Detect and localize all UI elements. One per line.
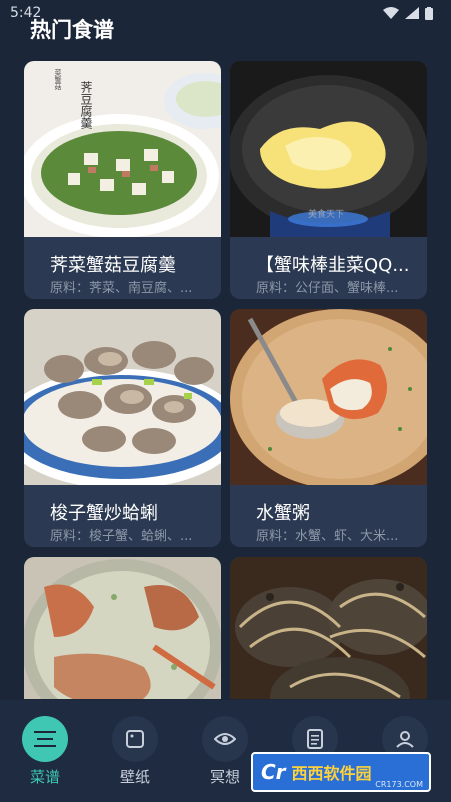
recipe-title: 荠菜蟹菇豆腐羹 [50,255,176,276]
nav-icon-wrap [22,716,68,762]
page-title: 热门食谱 [30,18,114,42]
photo-small-text: 菜蟹菇 [54,68,62,91]
recipe-card[interactable] [230,557,427,699]
recipe-card[interactable] [24,557,221,699]
nav-label: 冥想 [209,768,240,786]
recipe-title: 梭子蟹炒蛤蜊 [50,503,158,524]
nav-item-meditation[interactable]: 冥想 [190,716,260,796]
wifi-icon [383,7,399,19]
battery-icon [425,6,433,20]
recipe-photo-crab-clams [24,309,221,485]
menu-lines-icon [34,731,56,747]
watermark-domain: CR173.COM [375,780,423,789]
recipe-title: 水蟹粥 [256,503,310,524]
eye-icon [214,733,236,745]
photo-seal-text: 荠豆腐羹 [79,81,93,130]
recipe-grid: 荠豆腐羹 菜蟹菇 荠菜蟹菇豆腐羹 原料：荠菜、南豆腐、... 美食天下 【蟹味棒… [24,61,427,699]
recipe-photo-wok-eggs: 美食天下 [230,61,427,237]
nav-item-wallpaper[interactable]: 壁纸 [100,716,170,796]
recipe-card[interactable]: 美食天下 【蟹味棒韭菜QQ... 原料：公仔面、蟹味棒... [230,61,427,299]
watermark-logo: Cr [261,760,286,784]
document-icon [307,729,323,749]
nav-item-recipes[interactable]: 菜谱 [10,716,80,796]
nav-label: 壁纸 [119,768,150,786]
recipe-card[interactable]: 梭子蟹炒蛤蜊 原料：梭子蟹、蛤蜊、... [24,309,221,547]
square-icon [126,730,144,748]
watermark-badge: Cr 西西软件园 CR173.COM [251,752,431,792]
nav-icon-wrap [112,716,158,762]
user-icon [396,731,414,748]
photo-mark-text: 美食天下 [308,208,344,220]
recipe-ingredients: 原料：荠菜、南豆腐、... [50,281,193,296]
status-icons [383,6,433,20]
recipe-photo-tofu-soup: 荠豆腐羹 菜蟹菇 [24,61,221,237]
recipe-ingredients: 原料：水蟹、虾、大米... [256,529,399,544]
recipe-photo-crab-porridge [230,309,427,485]
recipe-photo-crab-soup [24,557,221,699]
nav-icon-wrap [202,716,248,762]
nav-label: 菜谱 [29,768,60,786]
watermark-brand: 西西软件园 [291,764,372,783]
recipe-ingredients: 原料：公仔面、蟹味棒... [256,281,399,296]
recipe-ingredients: 原料：梭子蟹、蛤蜊、... [50,529,193,544]
recipe-title: 【蟹味棒韭菜QQ... [256,255,410,276]
recipe-card[interactable]: 水蟹粥 原料：水蟹、虾、大米... [230,309,427,547]
signal-icon [405,7,419,19]
recipe-card[interactable]: 荠豆腐羹 菜蟹菇 荠菜蟹菇豆腐羹 原料：荠菜、南豆腐、... [24,61,221,299]
recipe-photo-tied-crabs [230,557,427,699]
